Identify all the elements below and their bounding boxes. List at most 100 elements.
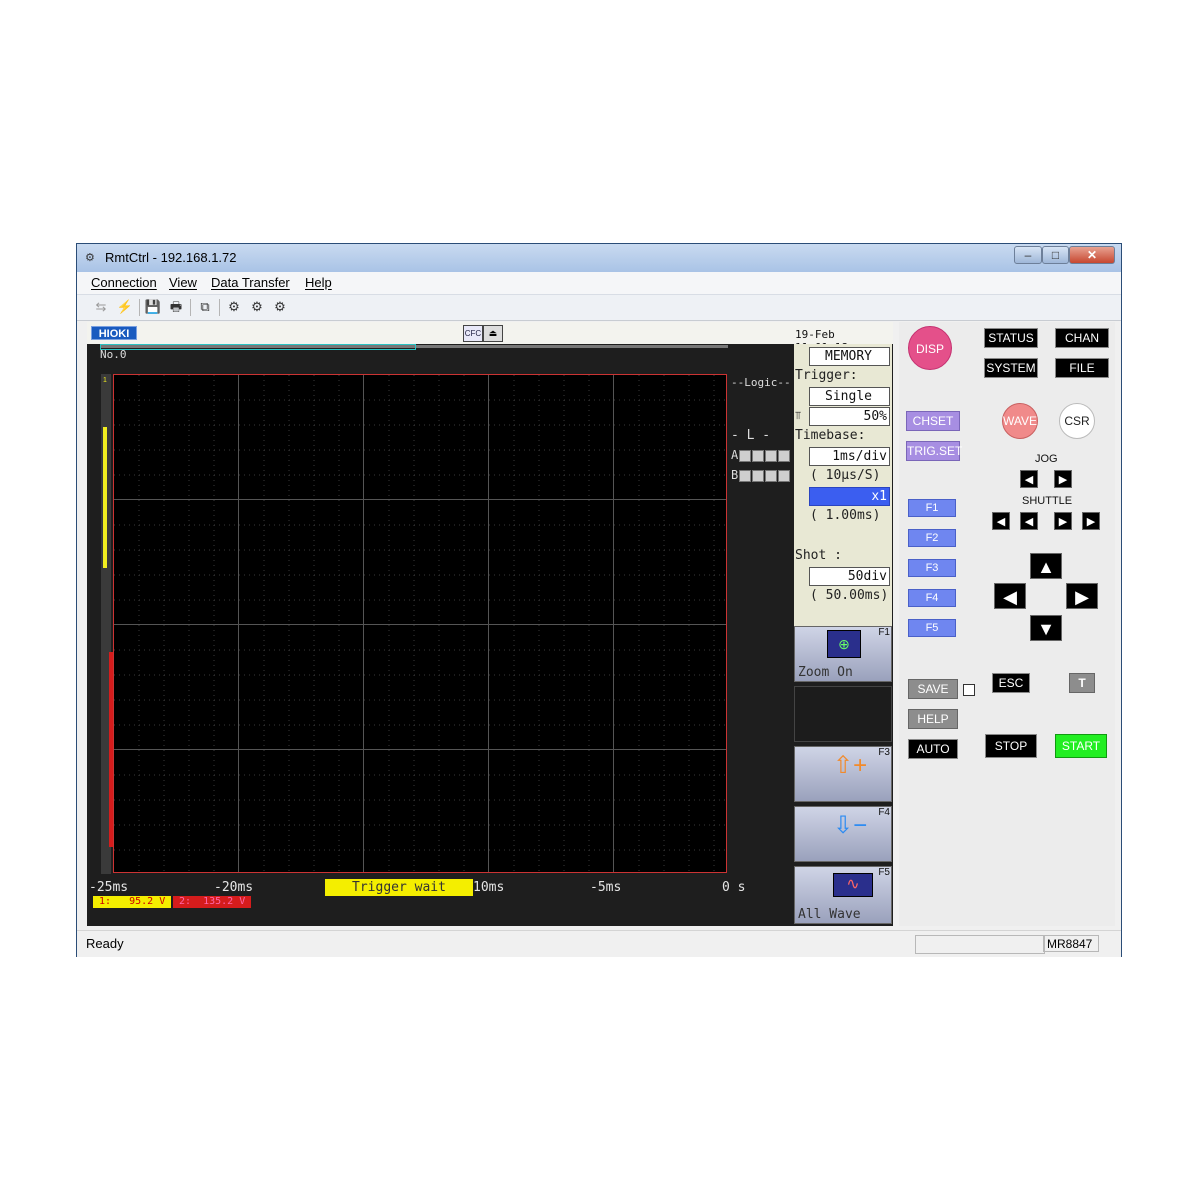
stop-button[interactable]: STOP <box>985 734 1037 758</box>
shot-label: Shot : <box>795 548 842 563</box>
waveform-scroll-thumb[interactable] <box>100 344 416 350</box>
trigset-button[interactable]: TRIG.SET <box>906 441 962 461</box>
f3-button[interactable]: F3 <box>908 559 956 577</box>
save-button[interactable]: SAVE <box>908 679 958 699</box>
shuttle-fast-left-button[interactable]: ◀ <box>992 512 1010 530</box>
softkey-f5-all-wave[interactable]: F5 ∿ All Wave <box>794 866 892 924</box>
channel-marker: 1 <box>103 377 107 384</box>
all-wave-icon: ∿ <box>833 873 873 897</box>
trigger-label: Trigger: <box>795 368 858 383</box>
pretrigger-value[interactable]: 50% <box>809 407 890 426</box>
arrow-down-minus-icon: ⇩− <box>833 812 868 839</box>
zoom-value[interactable]: x1 <box>809 487 890 506</box>
waveform-plot[interactable] <box>113 374 727 873</box>
f2-button[interactable]: F2 <box>908 529 956 547</box>
zoom-time: ( 1.00ms) <box>810 508 881 523</box>
x-tick-label: -20ms <box>214 880 254 895</box>
model-name: MR8847 <box>1043 935 1099 952</box>
arrow-right-button[interactable]: ▶ <box>1066 583 1098 609</box>
esc-button[interactable]: ESC <box>992 673 1030 693</box>
trigger-value[interactable]: Single <box>809 387 890 406</box>
menu-data-transfer[interactable]: Data Transfer <box>211 275 290 290</box>
f5-button[interactable]: F5 <box>908 619 956 637</box>
settings-panel: MEMORY Trigger: Single ⫪ 50% Timebase: 1… <box>794 344 892 626</box>
wave-button[interactable]: WAVE <box>1002 403 1038 439</box>
logic-b-label: B <box>731 468 739 482</box>
softkey-label: Zoom On <box>798 665 853 680</box>
f4-button[interactable]: F4 <box>908 589 956 607</box>
logic-box <box>778 469 791 482</box>
softkey-f3-scroll-up[interactable]: F3 ⇧+ <box>794 746 892 802</box>
app-icon: ⚙ <box>85 252 95 264</box>
maximize-button[interactable]: □ <box>1042 246 1069 264</box>
softkey-f2-empty[interactable] <box>794 686 892 742</box>
disconnect-icon[interactable]: ⚡ <box>115 298 135 316</box>
zoom-icon: ⊕ <box>827 630 861 658</box>
logic-box <box>752 469 765 482</box>
toolbar: ⇆ ⚡ 💾 🖶 ⧉ ⚙ ⚙ ⚙ <box>77 294 1121 321</box>
x-tick-label: -5ms <box>590 880 622 895</box>
logic-box <box>778 449 791 462</box>
softkey-number: F4 <box>878 807 890 818</box>
system-button[interactable]: SYSTEM <box>984 358 1038 378</box>
x-tick-label: -25ms <box>89 880 129 895</box>
chan-button[interactable]: CHAN <box>1055 328 1109 348</box>
shuttle-fast-right-button[interactable]: ▶ <box>1082 512 1100 530</box>
softkey-f1-zoom-on[interactable]: F1 ⊕ Zoom On <box>794 626 892 682</box>
auto-button[interactable]: AUTO <box>908 739 958 759</box>
logic-box <box>765 449 778 462</box>
copy-window-icon[interactable]: ⧉ <box>195 298 215 316</box>
start-button[interactable]: START <box>1055 734 1107 758</box>
arrow-up-button[interactable]: ▲ <box>1030 553 1062 579</box>
save-checkbox[interactable] <box>963 684 975 696</box>
print-icon[interactable]: 🖶 <box>166 298 186 316</box>
minimize-button[interactable]: – <box>1014 246 1042 264</box>
t-key-button[interactable]: T <box>1069 673 1095 693</box>
save-icon[interactable]: 💾 <box>143 298 163 316</box>
title-bar[interactable]: ⚙ RmtCtrl - 192.168.1.72 – □ ✕ <box>77 244 1121 272</box>
device-screen: HIOKI CFC ⏏ 19-Feb 11:01:18 No.0 1 -25ms… <box>87 322 893 926</box>
softkey-f4-scroll-down[interactable]: F4 ⇩− <box>794 806 892 862</box>
softkey-number: F5 <box>878 867 890 878</box>
arrow-left-button[interactable]: ◀ <box>994 583 1026 609</box>
softkey-number: F3 <box>878 747 890 758</box>
shot-value[interactable]: 50div <box>809 567 890 586</box>
channel-2-value: 2: 135.2 V <box>173 896 251 908</box>
disp-button[interactable]: DISP <box>908 326 952 370</box>
csr-button[interactable]: CSR <box>1059 403 1095 439</box>
shuttle-label: SHUTTLE <box>1022 495 1073 507</box>
connect-icon[interactable]: ⇆ <box>91 298 111 316</box>
settings-1-icon[interactable]: ⚙ <box>224 298 244 316</box>
mode-value[interactable]: MEMORY <box>809 347 890 366</box>
record-number: No.0 <box>100 348 127 361</box>
timebase-value[interactable]: 1ms/div <box>809 447 890 466</box>
settings-3-icon[interactable]: ⚙ <box>270 298 290 316</box>
chset-button[interactable]: CHSET <box>906 411 960 431</box>
logic-l-label: - L - <box>731 428 771 443</box>
shuttle-right-button[interactable]: ▶ <box>1054 512 1072 530</box>
channel-1-value: 1: 95.2 V <box>93 896 171 908</box>
menu-connection[interactable]: Connection <box>91 275 157 290</box>
shuttle-left-button[interactable]: ◀ <box>1020 512 1038 530</box>
help-button[interactable]: HELP <box>908 709 958 729</box>
grid-line <box>114 624 726 625</box>
status-panel <box>915 935 1045 954</box>
arrow-up-plus-icon: ⇧+ <box>833 752 868 779</box>
menu-help[interactable]: Help <box>305 275 332 290</box>
file-button[interactable]: FILE <box>1055 358 1109 378</box>
shot-time: ( 50.00ms) <box>810 588 889 603</box>
sample-rate: ( 10μs/S) <box>810 468 881 483</box>
arrow-down-button[interactable]: ▼ <box>1030 615 1062 641</box>
pretrigger-icon: ⫪ <box>795 409 802 422</box>
softkey-label: All Wave <box>798 907 861 922</box>
f1-button[interactable]: F1 <box>908 499 956 517</box>
settings-2-icon[interactable]: ⚙ <box>247 298 267 316</box>
logic-box <box>765 469 778 482</box>
screen-header: HIOKI CFC ⏏ 19-Feb 11:01:18 <box>87 322 893 354</box>
status-button[interactable]: STATUS <box>984 328 1038 348</box>
jog-left-button[interactable]: ◀ <box>1020 470 1038 488</box>
close-button[interactable]: ✕ <box>1069 246 1115 264</box>
menu-bar: Connection View Data Transfer Help <box>77 272 1121 294</box>
menu-view[interactable]: View <box>169 275 197 290</box>
jog-right-button[interactable]: ▶ <box>1054 470 1072 488</box>
